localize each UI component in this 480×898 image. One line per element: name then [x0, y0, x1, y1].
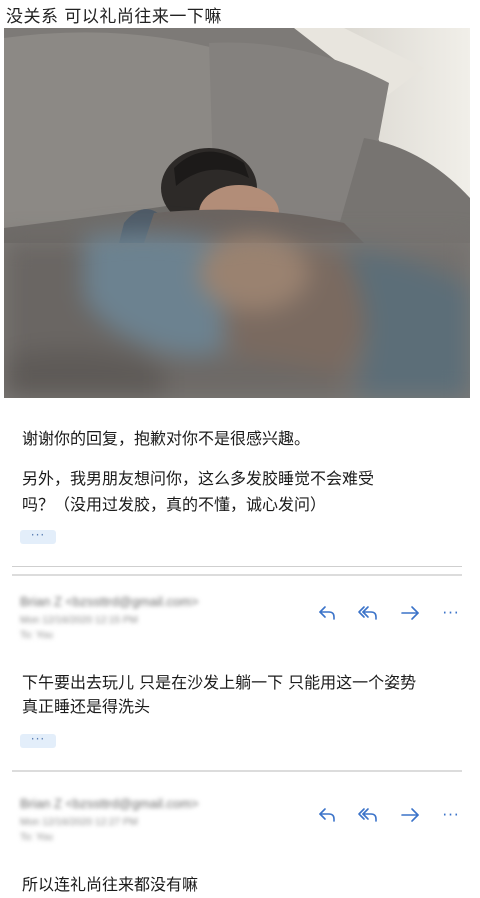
- more-icon: ···: [442, 604, 460, 622]
- divider: [12, 574, 462, 576]
- reply-button[interactable]: [314, 600, 340, 626]
- reply-button[interactable]: [314, 802, 340, 828]
- recipient: To: You: [20, 630, 53, 641]
- email-actions: ···: [314, 802, 464, 828]
- show-quoted-button[interactable]: ···: [20, 529, 56, 544]
- photo-caption: 没关系 可以礼尚往来一下嘛: [6, 7, 222, 27]
- attached-photo[interactable]: [4, 28, 470, 398]
- reply-icon: [319, 808, 335, 822]
- message-line: 谢谢你的回复，抱歉对你不是很感兴趣。: [22, 429, 311, 448]
- more-icon: ···: [442, 806, 460, 824]
- message-line: 吗？（没用过发胶，真的不懂，诚心发问）: [22, 495, 327, 514]
- more-actions-button[interactable]: ···: [438, 802, 464, 828]
- sender-block: Brian Z <bzssttrd@gmail.com> Mon 12/16/2…: [20, 796, 199, 843]
- reply-icon: [319, 606, 335, 620]
- message-line: 另外，我男朋友想问你，这么多发胶睡觉不会难受: [22, 469, 375, 488]
- email-body-line: 下午要出去玩儿 只是在沙发上躺一下 只能用这一个姿势: [22, 673, 417, 692]
- email-actions: ···: [314, 600, 464, 626]
- show-quoted-button[interactable]: ···: [20, 733, 56, 748]
- sender-name: Brian Z <bzssttrd@gmail.com>: [20, 796, 199, 811]
- forward-button[interactable]: [397, 802, 423, 828]
- sent-date: Mon 12/16/2020 12:15 PM: [20, 615, 138, 626]
- reply-all-button[interactable]: [355, 802, 381, 828]
- forward-button[interactable]: [397, 600, 423, 626]
- sent-date: Mon 12/16/2020 12:27 PM: [20, 817, 138, 828]
- forward-icon: [400, 606, 419, 620]
- sender-name: Brian Z <bzssttrd@gmail.com>: [20, 594, 199, 609]
- email-body-line: 所以连礼尚往来都没有嘛: [22, 875, 199, 894]
- email-body-line: 真正睡还是得洗头: [22, 697, 151, 716]
- divider: [12, 770, 462, 772]
- reply-all-button[interactable]: [355, 600, 381, 626]
- photo-image: [4, 28, 470, 398]
- sender-block: Brian Z <bzssttrd@gmail.com> Mon 12/16/2…: [20, 594, 199, 641]
- reply-all-icon: [358, 606, 378, 620]
- divider: [12, 566, 462, 567]
- forward-icon: [400, 808, 419, 822]
- recipient: To: You: [20, 832, 53, 843]
- reply-all-icon: [358, 808, 378, 822]
- more-actions-button[interactable]: ···: [438, 600, 464, 626]
